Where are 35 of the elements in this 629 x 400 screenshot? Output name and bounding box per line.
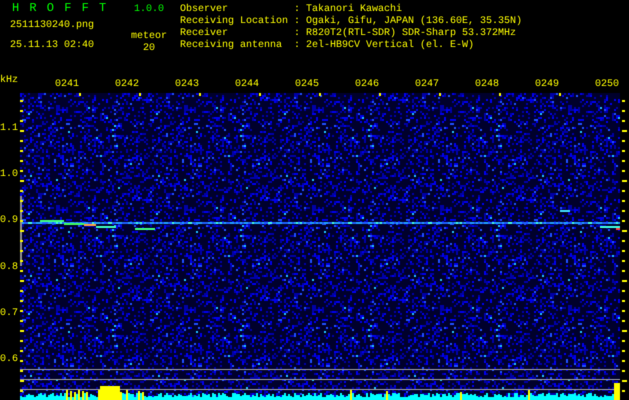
frequency-label: 0.6 [0, 354, 18, 366]
colon-separator: : [294, 4, 302, 16]
version-label: 1.0.0 [134, 3, 164, 16]
frequency-label: 0.8 [0, 262, 18, 274]
date-time: 25.11.13 02:40 [10, 40, 94, 52]
time-label: 0247 [414, 78, 439, 91]
time-label: 0245 [294, 78, 319, 91]
time-label: 0242 [114, 78, 139, 91]
station-label: Receiver [180, 28, 230, 40]
meteor-count: 20 [142, 43, 155, 55]
station-value: 2el-HB9CV Vertical (el. E-W) [306, 40, 476, 52]
file-name: 2511130240.png [10, 20, 94, 32]
colon-separator: : [294, 16, 302, 28]
frequency-label: 1.0 [0, 169, 18, 182]
station-value: R820T2(RTL-SDR) SDR-Sharp 53.372MHz [306, 28, 518, 40]
unit-label: kHz [0, 75, 20, 88]
station-label: Receiving Location [180, 16, 290, 28]
frequency-label: 0.7 [0, 308, 18, 320]
time-label: 0248 [474, 78, 499, 91]
frequency-label: 1.1 [0, 123, 18, 135]
colon-separator: : [294, 40, 302, 52]
frequency-label: 0.9 [0, 215, 18, 228]
time-label: 0244 [234, 78, 259, 91]
station-value: Ogaki, Gifu, JAPAN (136.60E, 35.35N) [306, 16, 522, 28]
app-title: H R O F F T [11, 0, 108, 16]
colon-separator: : [294, 28, 302, 40]
time-label: 0241 [54, 78, 79, 91]
station-label: Receiving antenna [180, 40, 284, 52]
station-value: Takanori Kawachi [306, 4, 404, 16]
time-label: 0250 [594, 78, 619, 91]
time-label: 0246 [354, 78, 379, 91]
time-label: 0249 [534, 78, 559, 91]
time-label: 0243 [174, 78, 199, 91]
station-label: Observer [180, 4, 230, 16]
meteor-label: meteor [130, 31, 167, 43]
